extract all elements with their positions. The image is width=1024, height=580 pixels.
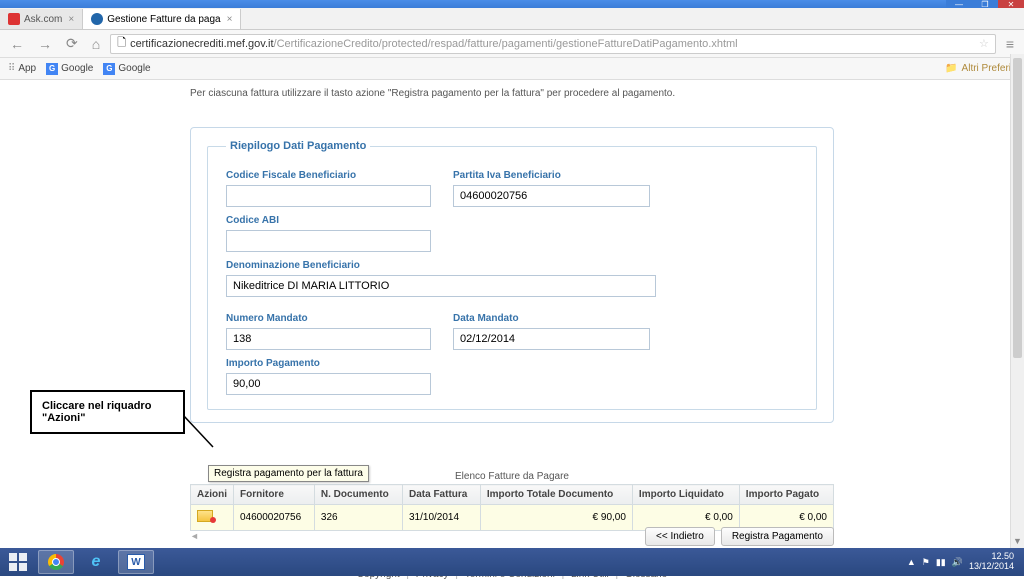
label-piva: Partita Iva Beneficiario [453,170,650,181]
maximize-button[interactable]: ❐ [972,0,998,8]
input-num[interactable] [226,328,431,350]
close-button[interactable]: ✕ [998,0,1024,8]
input-abi[interactable] [226,230,431,252]
annotation-arrow [183,415,219,451]
tray-network-icon[interactable]: ▮▮ [936,557,946,568]
cell-ndoc: 326 [314,505,402,531]
bookmarks-bar: ⠿App GGoogle GGoogle 📁Altri Preferiti [0,58,1024,80]
apps-button[interactable]: ⠿App [8,63,36,74]
th-pag: Importo Pagato [739,485,833,505]
clock[interactable]: 12.50 13/12/2014 [969,552,1014,572]
tray-volume-icon[interactable]: 🔊 [952,557,963,568]
page-icon: 🗋 [117,34,126,53]
tab-bar: Ask.com × Gestione Fatture da paga × [0,8,1024,30]
menu-button[interactable]: ≡ [1002,36,1018,52]
invoice-table: Azioni Fornitore N. Documento Data Fattu… [190,484,834,531]
tooltip: Registra pagamento per la fattura [208,465,369,482]
scroll-thumb[interactable] [1013,58,1022,358]
input-piva[interactable] [453,185,650,207]
folder-icon: 📁 [945,63,957,74]
mef-icon [91,13,103,25]
input-cf[interactable] [226,185,431,207]
chrome-task[interactable] [38,550,74,574]
input-denom[interactable] [226,275,656,297]
annotation-callout: Cliccare nel riquadro "Azioni" [30,390,185,434]
input-importo[interactable] [226,373,431,395]
label-importo: Importo Pagamento [226,358,431,369]
system-tray: ▲ ⚑ ▮▮ 🔊 12.50 13/12/2014 [907,552,1024,572]
title-bar: — ❐ ✕ [0,0,1024,8]
url-bar[interactable]: 🗋 certificazionecrediti.mef.gov.it /Cert… [110,34,996,54]
tray-flag-icon[interactable]: ⚑ [922,557,930,568]
chrome-icon [48,554,64,570]
google-icon: G [46,63,58,75]
tab-gestione[interactable]: Gestione Fatture da paga × [83,9,241,29]
registra-pagamento-icon[interactable] [197,510,213,522]
th-azioni: Azioni [191,485,234,505]
scrollbar[interactable]: ▼ [1010,54,1024,548]
bookmark-google[interactable]: GGoogle [46,63,93,75]
cell-data: 31/10/2014 [403,505,481,531]
input-data[interactable] [453,328,650,350]
cell-fornitore: 04600020756 [234,505,315,531]
word-task[interactable]: W [118,550,154,574]
star-icon[interactable]: ☆ [979,37,989,50]
other-bookmarks[interactable]: 📁Altri Preferiti [945,63,1016,74]
instruction-text: Per ciascuna fattura utilizzare il tasto… [190,88,834,99]
th-fornitore: Fornitore [234,485,315,505]
th-liq: Importo Liquidato [632,485,739,505]
cell-tot: € 90,00 [480,505,632,531]
label-denom: Denominazione Beneficiario [226,260,656,271]
url-host: certificazionecrediti.mef.gov.it [130,38,273,50]
windows-icon [9,553,27,571]
forward-button[interactable]: → [34,36,56,52]
label-data: Data Mandato [453,313,650,324]
cell-azioni [191,505,234,531]
tab-label: Gestione Fatture da paga [107,14,220,25]
google-icon: G [103,63,115,75]
minimize-button[interactable]: — [946,0,972,8]
tab-label: Ask.com [24,14,62,25]
label-abi: Codice ABI [226,215,431,226]
start-button[interactable] [0,548,36,576]
label-cf: Codice Fiscale Beneficiario [226,170,431,181]
th-tot: Importo Totale Documento [480,485,632,505]
payment-panel: Riepilogo Dati Pagamento Codice Fiscale … [190,127,834,423]
ask-icon [8,13,20,25]
word-icon: W [127,554,145,570]
close-icon[interactable]: × [227,14,233,25]
th-data: Data Fattura [403,485,481,505]
registra-pagamento-button[interactable]: Registra Pagamento [721,527,834,546]
label-num: Numero Mandato [226,313,431,324]
ie-task[interactable]: e [78,550,114,574]
close-icon[interactable]: × [68,14,74,25]
fieldset-legend: Riepilogo Dati Pagamento [226,140,370,152]
back-button[interactable]: ← [6,36,28,52]
th-ndoc: N. Documento [314,485,402,505]
tab-ask[interactable]: Ask.com × [0,9,83,29]
bookmark-google[interactable]: GGoogle [103,63,150,75]
reload-button[interactable]: ⟳ [62,35,82,52]
riepilogo-fieldset: Riepilogo Dati Pagamento Codice Fiscale … [207,140,817,410]
home-button[interactable]: ⌂ [88,36,104,52]
scroll-down-icon[interactable]: ▼ [1011,534,1024,548]
tray-chevron-icon[interactable]: ▲ [907,557,916,567]
back-button[interactable]: << Indietro [645,527,715,546]
url-path: /CertificazioneCredito/protected/respad/… [274,38,738,50]
ie-icon: e [92,553,101,571]
taskbar: e W ▲ ⚑ ▮▮ 🔊 12.50 13/12/2014 [0,548,1024,576]
nav-bar: ← → ⟳ ⌂ 🗋 certificazionecrediti.mef.gov.… [0,30,1024,58]
